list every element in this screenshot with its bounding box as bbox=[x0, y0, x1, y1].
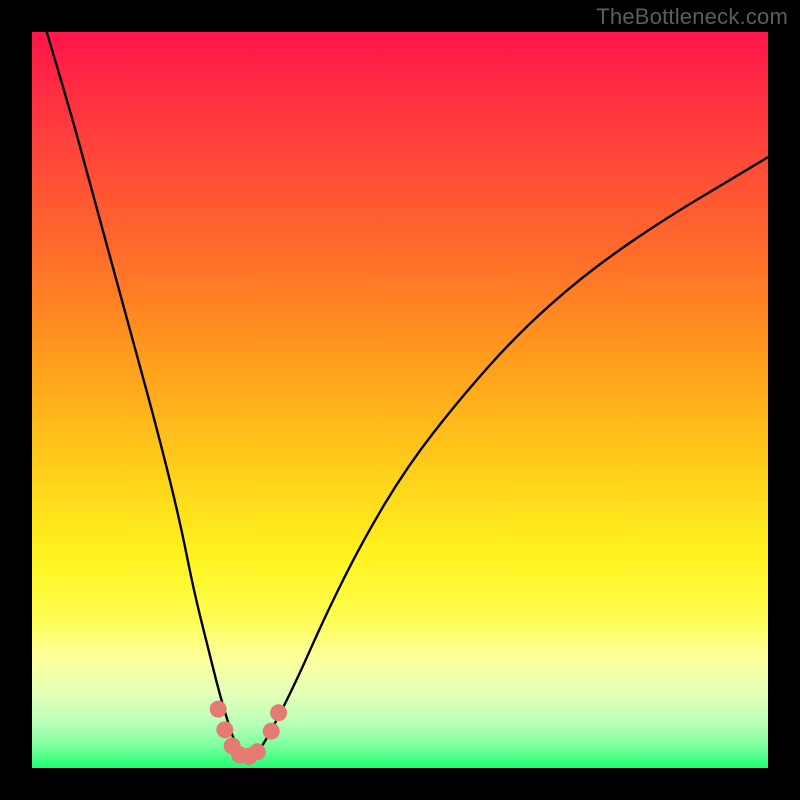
minimum-dots-group bbox=[210, 701, 287, 765]
minimum-dot bbox=[216, 721, 233, 738]
plot-area bbox=[32, 32, 768, 768]
chart-frame: TheBottleneck.com bbox=[0, 0, 800, 800]
minimum-dot bbox=[249, 743, 266, 760]
watermark-text: TheBottleneck.com bbox=[596, 4, 788, 30]
minimum-dot bbox=[263, 723, 280, 740]
minimum-dot bbox=[210, 701, 227, 718]
minimum-dot bbox=[270, 704, 287, 721]
bottleneck-curve bbox=[47, 32, 768, 757]
curve-layer bbox=[32, 32, 768, 768]
